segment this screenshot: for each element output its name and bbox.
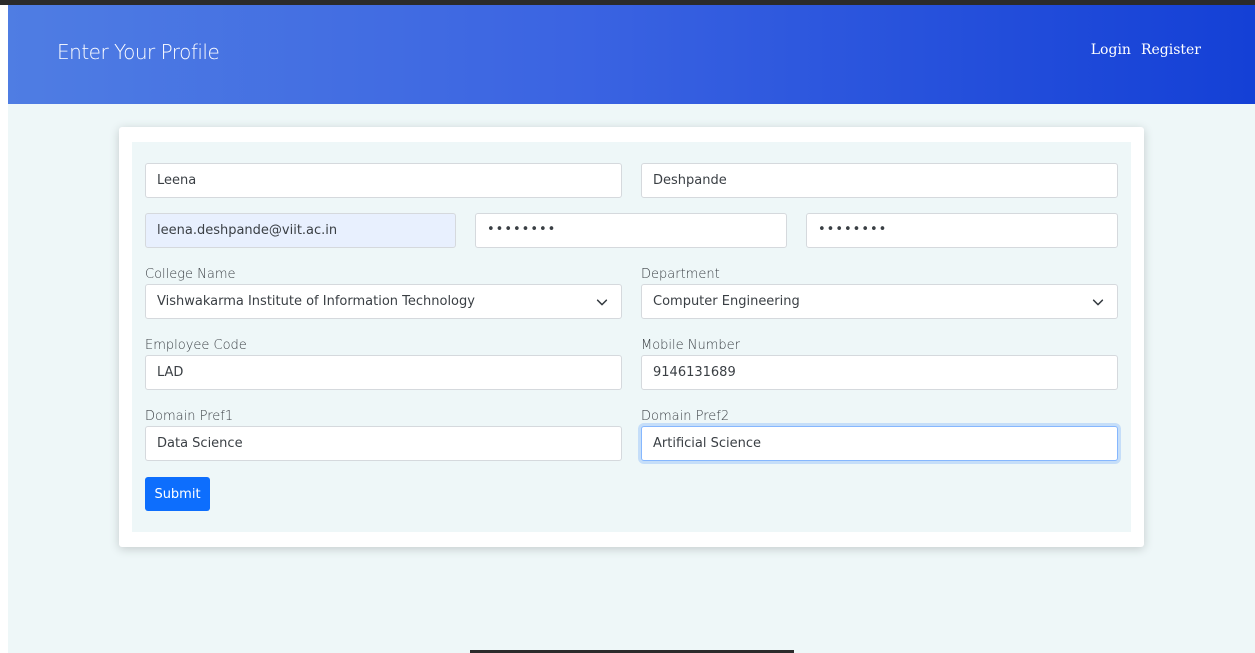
last-name-input[interactable]: Deshpande [641,163,1118,198]
domain-pref1-input[interactable]: Data Science [145,426,622,461]
password-input[interactable]: •••••••• [475,213,787,248]
first-name-input[interactable]: Leena [145,163,622,198]
navbar-links: Login Register [1091,42,1201,58]
domain-pref1-label: Domain Pref1 [145,409,234,424]
domain-pref2-label: Domain Pref2 [641,409,730,424]
login-link[interactable]: Login [1091,42,1131,58]
chevron-down-icon [1092,299,1104,306]
mobile-number-label: Mobile Number [641,338,740,353]
college-name-value: Vishwakarma Institute of Information Tec… [157,294,475,309]
confirm-password-input[interactable]: •••••••• [806,213,1118,248]
submit-button[interactable]: Submit [145,477,210,511]
email-input[interactable]: leena.deshpande@viit.ac.in [145,213,456,248]
college-name-select[interactable]: Vishwakarma Institute of Information Tec… [145,284,622,319]
register-link[interactable]: Register [1141,42,1201,58]
profile-card: Leena Deshpande leena.deshpande@viit.ac.… [119,127,1144,547]
mobile-number-input[interactable]: 9146131689 [641,355,1118,390]
navbar-brand[interactable]: Enter Your Profile [57,40,220,64]
profile-form: Leena Deshpande leena.deshpande@viit.ac.… [132,142,1131,532]
department-value: Computer Engineering [653,294,800,309]
domain-pref2-input[interactable]: Artificial Science [641,426,1118,461]
college-name-label: College Name [145,267,236,282]
chevron-down-icon [596,299,608,306]
department-select[interactable]: Computer Engineering [641,284,1118,319]
employee-code-input[interactable]: LAD [145,355,622,390]
employee-code-label: Employee Code [145,338,247,353]
left-edge [0,5,8,653]
navbar: Enter Your Profile Login Register [8,5,1255,104]
department-label: Department [641,267,720,282]
